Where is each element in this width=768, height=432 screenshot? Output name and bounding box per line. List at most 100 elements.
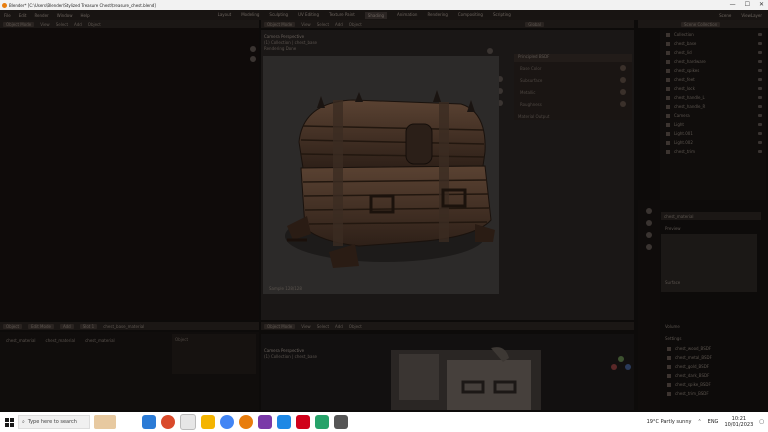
eye-icon[interactable] bbox=[758, 132, 762, 135]
start-button[interactable] bbox=[0, 412, 18, 432]
outliner-item[interactable]: chest_trim bbox=[660, 147, 766, 156]
object-properties-icon[interactable] bbox=[646, 232, 652, 238]
outliner-item[interactable]: Light.002 bbox=[660, 138, 766, 147]
left-zoom-icon[interactable] bbox=[250, 46, 256, 52]
menu-help[interactable]: Help bbox=[80, 13, 89, 18]
outliner-item[interactable]: Collection bbox=[660, 30, 766, 39]
photos-app-icon[interactable] bbox=[277, 415, 291, 429]
bottom-3d-viewport[interactable]: Camera Perspective (1) Collection | ches… bbox=[261, 334, 634, 410]
outliner-item[interactable]: chest_lid bbox=[660, 48, 766, 57]
breadcrumb-item[interactable]: chest_material bbox=[85, 338, 115, 343]
left-object-menu[interactable]: Object bbox=[88, 22, 101, 27]
section-preview[interactable]: Preview bbox=[665, 226, 681, 231]
menu-render[interactable]: Render bbox=[34, 13, 48, 18]
eye-icon[interactable] bbox=[758, 123, 762, 126]
material-name-field[interactable]: chest_material bbox=[664, 214, 694, 219]
tab-compositing[interactable]: Compositing bbox=[458, 12, 483, 19]
file-explorer-icon[interactable] bbox=[180, 414, 196, 430]
tab-shading[interactable]: Shading bbox=[364, 11, 388, 19]
node-row-base-color[interactable]: Base Color bbox=[514, 62, 632, 74]
chrome-app-icon[interactable] bbox=[220, 415, 234, 429]
breadcrumb-item[interactable]: chest_material bbox=[6, 338, 36, 343]
menu-edit[interactable]: Edit bbox=[19, 13, 27, 18]
tab-sculpting[interactable]: Sculpting bbox=[269, 12, 288, 19]
eye-icon[interactable] bbox=[758, 33, 762, 36]
clock[interactable]: 10:21 10/01/2023 bbox=[724, 416, 753, 428]
section-volume[interactable]: Volume bbox=[665, 324, 680, 329]
outliner-item[interactable]: Light bbox=[660, 120, 766, 129]
node-row-metallic[interactable]: Metallic bbox=[514, 86, 632, 98]
node-row-roughness[interactable]: Roughness bbox=[514, 98, 632, 110]
material-properties-icon[interactable] bbox=[646, 244, 652, 250]
weather-widget[interactable]: 19°C Partly sunny bbox=[647, 419, 692, 425]
left-pan-icon[interactable] bbox=[250, 56, 256, 62]
spreadsheet-app-icon[interactable] bbox=[315, 415, 329, 429]
material-slot[interactable]: chest_wood_BSDF bbox=[661, 344, 757, 353]
bottom-material-name[interactable]: chest_base_material bbox=[103, 324, 144, 329]
taskbar-search-box[interactable]: ⌕ Type here to search bbox=[18, 415, 90, 429]
node-panel[interactable]: Principled BSDF Base Color Subsurface Me… bbox=[514, 54, 632, 120]
eye-icon[interactable] bbox=[758, 105, 762, 108]
material-slot[interactable]: chest_metal_BSDF bbox=[661, 353, 757, 362]
outliner-item[interactable]: chest_handle_R bbox=[660, 102, 766, 111]
left-mode-dropdown[interactable]: Object Mode bbox=[3, 21, 35, 27]
outliner-item[interactable]: Light.001 bbox=[660, 129, 766, 138]
left-select-menu[interactable]: Select bbox=[56, 22, 68, 27]
eye-icon[interactable] bbox=[758, 141, 762, 144]
scene-selector[interactable]: Scene bbox=[719, 13, 731, 18]
transform-orientation-dropdown[interactable]: Global bbox=[525, 21, 544, 27]
minimize-button[interactable]: — bbox=[730, 1, 736, 8]
material-slot[interactable]: chest_spike_BSDF bbox=[661, 380, 757, 389]
eye-icon[interactable] bbox=[758, 114, 762, 117]
output-properties-icon[interactable] bbox=[646, 220, 652, 226]
eye-icon[interactable] bbox=[758, 78, 762, 81]
outliner-item[interactable]: chest_lock bbox=[660, 84, 766, 93]
menu-file[interactable]: File bbox=[4, 13, 11, 18]
section-surface[interactable]: Surface bbox=[665, 280, 680, 285]
bottom-view-menu[interactable]: View bbox=[301, 324, 311, 329]
tab-uv-editing[interactable]: UV Editing bbox=[298, 12, 319, 19]
eye-icon[interactable] bbox=[758, 42, 762, 45]
viewport-add-menu[interactable]: Add bbox=[335, 22, 343, 27]
eye-icon[interactable] bbox=[758, 69, 762, 72]
material-slot[interactable]: chest_dark_BSDF bbox=[661, 371, 757, 380]
outliner-item[interactable]: chest_spikes bbox=[660, 66, 766, 75]
tab-layout[interactable]: Layout bbox=[218, 12, 232, 19]
tab-modeling[interactable]: Modeling bbox=[241, 12, 259, 19]
obs-app-icon[interactable] bbox=[258, 415, 272, 429]
folder-app-icon[interactable] bbox=[201, 415, 215, 429]
bottom-slot-dropdown[interactable]: Slot 1 bbox=[79, 323, 98, 329]
node-row-subsurface[interactable]: Subsurface bbox=[514, 74, 632, 86]
navigation-gizmo[interactable] bbox=[611, 356, 631, 376]
view-layer-selector[interactable]: ViewLayer bbox=[741, 13, 762, 18]
tab-texture-paint[interactable]: Texture Paint bbox=[329, 12, 355, 19]
language-indicator[interactable]: ENG bbox=[708, 419, 719, 425]
viewport-gizmo-icon[interactable] bbox=[487, 48, 493, 54]
bottom-edit-mode-tab[interactable]: Edit Mode bbox=[28, 323, 54, 329]
eye-icon[interactable] bbox=[758, 96, 762, 99]
terminal-app-icon[interactable] bbox=[334, 415, 348, 429]
menu-window[interactable]: Window bbox=[57, 13, 73, 18]
render-properties-icon[interactable] bbox=[646, 208, 652, 214]
viewport-object-menu[interactable]: Object bbox=[349, 22, 362, 27]
bottom-left-area[interactable]: chest_material chest_material chest_mate… bbox=[0, 332, 259, 410]
bottom-add-tab[interactable]: Add bbox=[59, 323, 74, 329]
material-slot[interactable]: chest_trim_BSDF bbox=[661, 389, 757, 398]
tab-animation[interactable]: Animation bbox=[397, 12, 417, 19]
viewport-view-menu[interactable]: View bbox=[301, 22, 311, 27]
section-settings[interactable]: Settings bbox=[665, 336, 681, 341]
opera-app-icon[interactable] bbox=[161, 415, 175, 429]
news-widget-icon[interactable] bbox=[94, 415, 116, 429]
outliner-item[interactable]: chest_handle_L bbox=[660, 93, 766, 102]
bottom-viewport-mode[interactable]: Object Mode bbox=[264, 323, 296, 329]
material-slot[interactable]: chest_gold_BSDF bbox=[661, 362, 757, 371]
eye-icon[interactable] bbox=[758, 87, 762, 90]
bottom-object-tab[interactable]: Object bbox=[3, 323, 23, 329]
outliner-item[interactable]: chest_feet bbox=[660, 75, 766, 84]
left-view-menu[interactable]: View bbox=[40, 22, 50, 27]
eye-icon[interactable] bbox=[758, 150, 762, 153]
socket-icon[interactable] bbox=[620, 77, 626, 83]
bottom-select-menu[interactable]: Select bbox=[317, 324, 329, 329]
outliner-item[interactable]: Camera bbox=[660, 111, 766, 120]
gizmo-x-axis-icon[interactable] bbox=[611, 364, 617, 370]
